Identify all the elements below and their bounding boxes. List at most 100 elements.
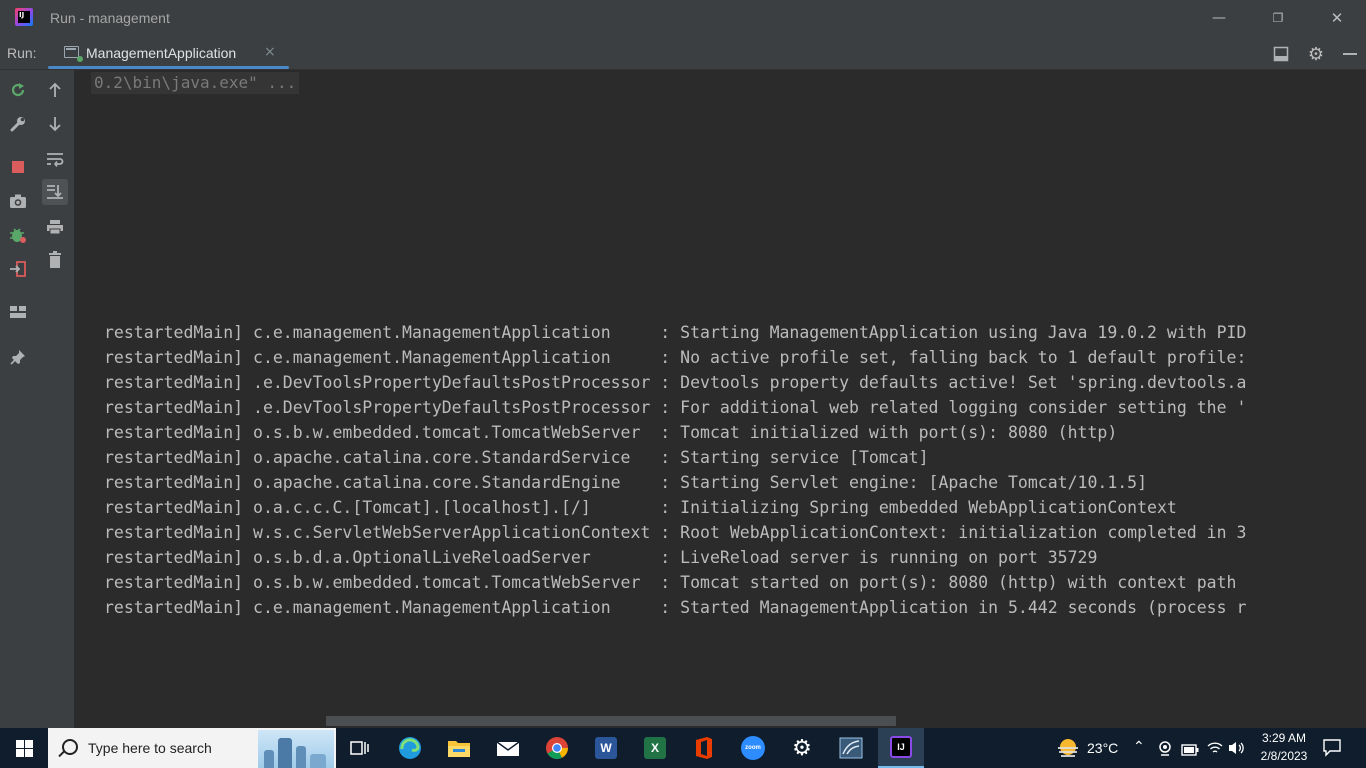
edge-icon [399, 737, 421, 759]
intellij-icon: IJ [890, 736, 912, 758]
log-line: restartedMain] c.e.management.Management… [104, 348, 1247, 367]
restore-button[interactable]: ❐ [1249, 0, 1307, 36]
windows-logo-icon [15, 739, 33, 757]
file-explorer-button[interactable] [443, 732, 475, 764]
word-button[interactable]: W [590, 732, 622, 764]
log-line: restartedMain] c.e.management.Management… [104, 323, 1247, 342]
minus-icon [1343, 53, 1357, 55]
wrench-icon [10, 117, 25, 132]
arrow-up-icon [49, 82, 61, 97]
title-bar: IJ Run - management — ❐ ✕ [0, 0, 1366, 38]
log-line: restartedMain] o.a.c.c.C.[Tomcat].[local… [104, 498, 1177, 517]
sql-workbench-button[interactable] [835, 732, 867, 764]
arrow-down-icon [49, 117, 61, 132]
sql-icon [839, 737, 863, 759]
soft-wrap-icon [47, 153, 64, 167]
camera-tray-button[interactable] [1157, 740, 1173, 760]
log-line: restartedMain] .e.DevToolsPropertyDefaul… [104, 398, 1247, 417]
print-button[interactable] [42, 214, 68, 240]
word-icon: W [595, 737, 617, 759]
horizontal-scrollbar[interactable] [326, 716, 896, 726]
scroll-down-button[interactable] [42, 111, 68, 137]
intellij-logo-icon: IJ [15, 8, 33, 26]
camera-icon [10, 194, 26, 208]
soft-wrap-button[interactable] [42, 146, 68, 172]
intellij-taskbar-button[interactable]: IJ [878, 728, 924, 768]
layout-toggle-button[interactable] [1271, 44, 1291, 64]
task-view-button[interactable] [344, 732, 376, 764]
pin-icon [10, 350, 25, 365]
settings-taskbar-button[interactable]: ⚙ [786, 732, 818, 764]
settings-icon: ⚙ [792, 735, 812, 761]
file-explorer-icon [448, 741, 470, 757]
volume-tray-button[interactable] [1228, 740, 1246, 760]
close-button[interactable]: ✕ [1308, 0, 1366, 36]
run-tool-window-header: Run: ManagementApplication × ⚙ [0, 38, 1366, 70]
edge-button[interactable] [394, 732, 426, 764]
edit-configuration-button[interactable] [5, 111, 31, 137]
console-icon [64, 46, 83, 62]
restore-layout-button[interactable] [5, 299, 31, 325]
rerun-button[interactable] [5, 77, 31, 103]
debug-button[interactable] [5, 222, 31, 248]
mail-icon [496, 741, 520, 756]
wifi-icon [1207, 742, 1223, 753]
chrome-icon [546, 737, 568, 759]
log-line: restartedMain] w.s.c.ServletWebServerApp… [104, 523, 1247, 542]
exit-button[interactable] [5, 256, 31, 282]
search-icon [62, 739, 78, 755]
log-line: restartedMain] .e.DevToolsPropertyDefaul… [104, 373, 1247, 392]
log-line: restartedMain] o.s.b.d.a.OptionalLiveRel… [104, 548, 1098, 567]
trash-icon [49, 251, 61, 268]
show-hidden-icons-button[interactable]: ⌃ [1133, 738, 1145, 755]
weather-widget[interactable] [1056, 736, 1080, 764]
scroll-to-end-button[interactable] [42, 179, 68, 205]
log-line: restartedMain] o.s.b.w.embedded.tomcat.T… [104, 573, 1237, 592]
print-icon [47, 220, 63, 235]
notification-center-button[interactable] [1323, 739, 1341, 761]
battery-tray-button[interactable] [1181, 741, 1199, 760]
taskbar-search-box[interactable]: Type here to search [48, 728, 336, 768]
gear-icon: ⚙ [1307, 43, 1325, 65]
clock-time[interactable]: 3:29 AM [1258, 731, 1310, 745]
weather-temperature: 23°C [1087, 740, 1119, 756]
battery-icon [1181, 744, 1199, 756]
rerun-icon [11, 83, 25, 97]
log-output: restartedMain] c.e.management.Management… [104, 320, 1246, 620]
tab-close-icon[interactable]: × [264, 44, 276, 60]
layout-icon [10, 306, 26, 318]
dump-threads-button[interactable] [5, 188, 31, 214]
settings-button[interactable]: ⚙ [1306, 43, 1326, 65]
console-actions-toolbar [36, 70, 75, 728]
debug-bug-icon [10, 228, 26, 243]
stop-button[interactable] [5, 154, 31, 180]
exit-icon [10, 261, 26, 277]
console-output[interactable]: 0.2\bin\java.exe" ... restartedMain] c.e… [74, 70, 1366, 728]
restore-icon: ❐ [1272, 11, 1284, 25]
zoom-button[interactable]: zoom [737, 732, 769, 764]
tab-label: ManagementApplication [86, 45, 237, 61]
scroll-up-button[interactable] [42, 77, 68, 103]
network-tray-button[interactable] [1207, 740, 1223, 760]
log-line: restartedMain] c.e.management.Management… [104, 598, 1247, 617]
tab-management-application[interactable]: ManagementApplication × [48, 38, 289, 69]
office-icon [696, 737, 712, 759]
clear-all-button[interactable] [42, 247, 68, 273]
office-button[interactable] [688, 732, 720, 764]
close-icon: ✕ [1330, 9, 1344, 27]
log-line: restartedMain] o.apache.catalina.core.St… [104, 448, 929, 467]
command-line-folded[interactable]: 0.2\bin\java.exe" ... [91, 72, 300, 94]
excel-button[interactable]: X [639, 732, 671, 764]
minimize-icon: — [1212, 10, 1226, 26]
start-button[interactable] [0, 728, 48, 768]
mail-button[interactable] [492, 732, 524, 764]
chrome-button[interactable] [541, 732, 573, 764]
notification-icon [1323, 739, 1341, 757]
pin-tab-button[interactable] [5, 344, 31, 370]
minimize-button[interactable]: — [1190, 0, 1248, 36]
windows-taskbar: Type here to search W X zoom ⚙ IJ 23°C ⌃… [0, 728, 1366, 768]
clock-date[interactable]: 2/8/2023 [1252, 749, 1316, 763]
log-line: restartedMain] o.apache.catalina.core.St… [104, 473, 1148, 492]
hide-button[interactable] [1340, 44, 1360, 64]
search-highlight-illustration [258, 730, 334, 768]
